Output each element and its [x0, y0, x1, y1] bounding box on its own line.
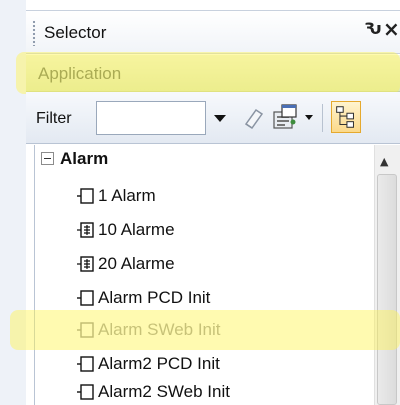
- tree-item[interactable]: Alarm2 PCD Init: [76, 351, 220, 377]
- scroll-up-icon[interactable]: ▲: [380, 155, 388, 168]
- tree-item[interactable]: 1 Alarm: [76, 183, 156, 209]
- selector-window: Selector Ԅ × Application Filter ▲ Alarm …: [0, 0, 400, 405]
- block-icon: [77, 290, 94, 306]
- toolbar-separator: [322, 104, 323, 132]
- collapse-toggle-icon[interactable]: [41, 152, 54, 165]
- drag-grip-icon[interactable]: [32, 20, 36, 46]
- multi-block-icon: [77, 256, 94, 272]
- panel-title: Selector: [44, 23, 107, 42]
- properties-dropdown-icon[interactable]: [304, 110, 314, 124]
- application-label: Application: [38, 64, 122, 83]
- scrollbar-thumb[interactable]: [377, 174, 397, 405]
- clear-filter-icon[interactable]: [240, 104, 266, 132]
- chevron-down-icon[interactable]: [210, 104, 230, 132]
- close-icon[interactable]: ×: [383, 17, 400, 41]
- tree-item-label: Alarm SWeb Init: [98, 320, 221, 339]
- properties-icon[interactable]: [271, 102, 301, 132]
- multi-block-icon: [77, 222, 94, 238]
- tree-item-label: Alarm2 PCD Init: [98, 354, 220, 373]
- tree-item-label: Alarm PCD Init: [98, 288, 211, 307]
- window-background-strip: [0, 0, 26, 405]
- tree-item-label: 20 Alarme: [98, 254, 175, 273]
- tree-item-label: 10 Alarme: [98, 220, 175, 239]
- tree-item[interactable]: Alarm PCD Init: [76, 285, 210, 311]
- block-icon: [77, 356, 94, 372]
- tree-item[interactable]: Alarm2 SWeb Init: [76, 379, 230, 405]
- block-icon: [77, 188, 94, 204]
- filter-label: Filter: [36, 110, 72, 127]
- pin-icon[interactable]: Ԅ: [364, 19, 382, 38]
- tree-item-highlighted[interactable]: Alarm SWeb Init: [76, 317, 221, 343]
- tree-view-toggle-button[interactable]: [331, 101, 361, 133]
- tree-item-label: Alarm2 SWeb Init: [98, 382, 230, 401]
- filter-input[interactable]: [96, 101, 206, 135]
- tree-item[interactable]: 20 Alarme: [76, 251, 175, 277]
- tree-item[interactable]: 10 Alarme: [76, 217, 175, 243]
- tree-view-icon: [336, 106, 354, 128]
- block-icon: [77, 384, 94, 400]
- tree-root-alarm[interactable]: Alarm: [60, 149, 108, 169]
- tree-item-label: 1 Alarm: [98, 186, 156, 205]
- block-icon: [77, 322, 94, 338]
